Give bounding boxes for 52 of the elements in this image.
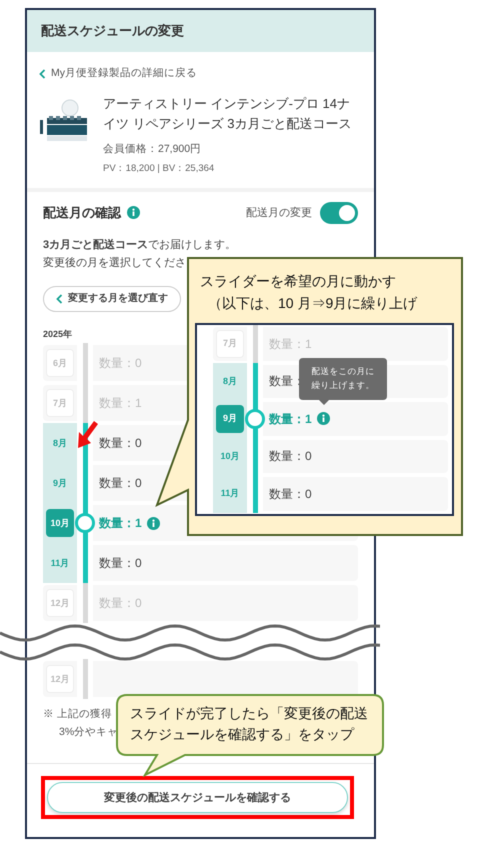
- month-badge[interactable]: 7月: [46, 389, 74, 418]
- toggle-label: 配送月の変更: [246, 206, 312, 220]
- confirm-schedule-button[interactable]: 変更後の配送スケジュールを確認する: [47, 782, 348, 814]
- quantity-text: 数量：1: [99, 515, 142, 532]
- toggle-switch[interactable]: [320, 202, 358, 224]
- quantity-text: 数量：0: [99, 595, 142, 612]
- month-badge[interactable]: 12月: [46, 665, 74, 694]
- month-badge[interactable]: 7月: [216, 330, 244, 358]
- reselect-month-button[interactable]: 変更する月を選び直す: [43, 286, 181, 312]
- note-text: 3%分やキャ: [58, 725, 118, 740]
- callout-text: スケジュールを確認する」をタップ: [130, 725, 356, 744]
- back-link[interactable]: My月便登録製品の詳細に戻る: [39, 66, 197, 82]
- quantity-text: 数量：1: [99, 395, 142, 412]
- month-badge[interactable]: 11月: [216, 480, 244, 508]
- quantity-text: 数量：0: [269, 448, 312, 466]
- month-badge[interactable]: 9月: [216, 404, 244, 433]
- section-title: 配送月の確認: [43, 204, 121, 222]
- product-title: アーティストリー インテンシブ-プロ 14ナイツ リペアシリーズ 3カ月ごと配送コース: [103, 94, 352, 133]
- month-badge[interactable]: 10月: [216, 442, 244, 470]
- page-title: 配送スケジュールの変更: [27, 10, 374, 52]
- month-badge[interactable]: 12月: [46, 589, 74, 618]
- info-icon[interactable]: [316, 412, 330, 426]
- callout-text: スライドが完了したら「変更後の配送: [130, 704, 368, 723]
- month-badge[interactable]: 9月: [46, 469, 74, 498]
- product-price: 会員価格：27,900円: [103, 142, 202, 157]
- info-icon[interactable]: [146, 516, 160, 530]
- quantity-text: 数量：0: [99, 355, 142, 372]
- callout-text: （以下は、10 月⇒9月に繰り上げ: [207, 294, 418, 313]
- message-text: 3カ月ごと配送コースでお届けします。: [43, 238, 236, 253]
- chevron-left-icon: [56, 294, 63, 304]
- month-badge[interactable]: 10月: [46, 509, 74, 538]
- quantity-text: 数量：0: [99, 435, 142, 452]
- note-text: ※ 上記の獲得: [43, 707, 112, 722]
- chevron-left-icon: [39, 68, 46, 79]
- quantity-text: 数量：0: [99, 555, 142, 572]
- month-badge[interactable]: 6月: [46, 349, 74, 378]
- month-badge[interactable]: 8月: [216, 367, 244, 396]
- info-icon[interactable]: [127, 206, 140, 220]
- year-label: 2025年: [43, 328, 72, 341]
- month-badge[interactable]: 8月: [46, 429, 74, 458]
- quantity-text: 数量：1: [269, 336, 312, 353]
- callout-text: スライダーを希望の月に動かす: [200, 272, 397, 291]
- month-badge[interactable]: 11月: [46, 549, 74, 578]
- tooltip: 配送をこの月に 繰り上げます。: [299, 358, 387, 405]
- message-text: 変更後の月を選択してくださ: [43, 256, 186, 271]
- slider-thumb[interactable]: [75, 513, 95, 534]
- slider-track: [82, 659, 88, 700]
- pointer-arrow: [76, 420, 98, 450]
- product-points: PV：18,200 | BV：25,364: [103, 162, 214, 176]
- quantity-text: 数量：0: [99, 475, 142, 492]
- quantity-text: 数量：0: [269, 486, 312, 503]
- quantity-text: 数量：1: [269, 410, 312, 428]
